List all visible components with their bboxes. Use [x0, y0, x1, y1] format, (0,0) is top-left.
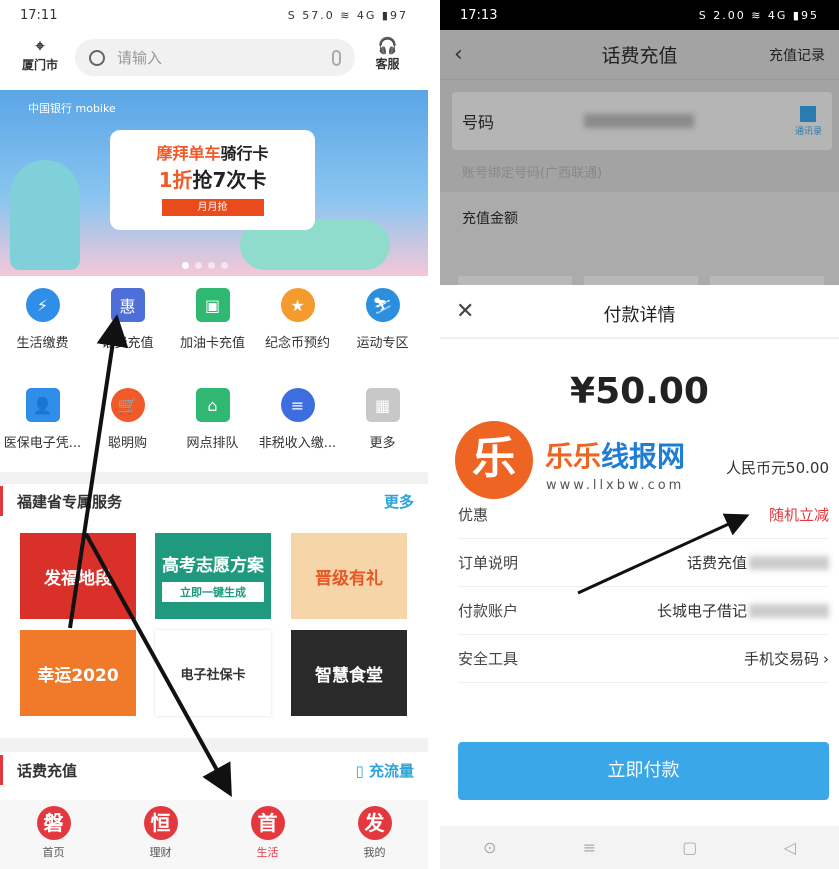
annotation-arrows: [68, 314, 750, 797]
back-icon[interactable]: ‹: [454, 42, 463, 67]
arrow-to-life-tab: [84, 533, 232, 797]
records-link[interactable]: 充值记录: [769, 45, 825, 65]
arrow-to-recharge: [68, 314, 129, 629]
arrow-to-discount: [577, 513, 750, 595]
